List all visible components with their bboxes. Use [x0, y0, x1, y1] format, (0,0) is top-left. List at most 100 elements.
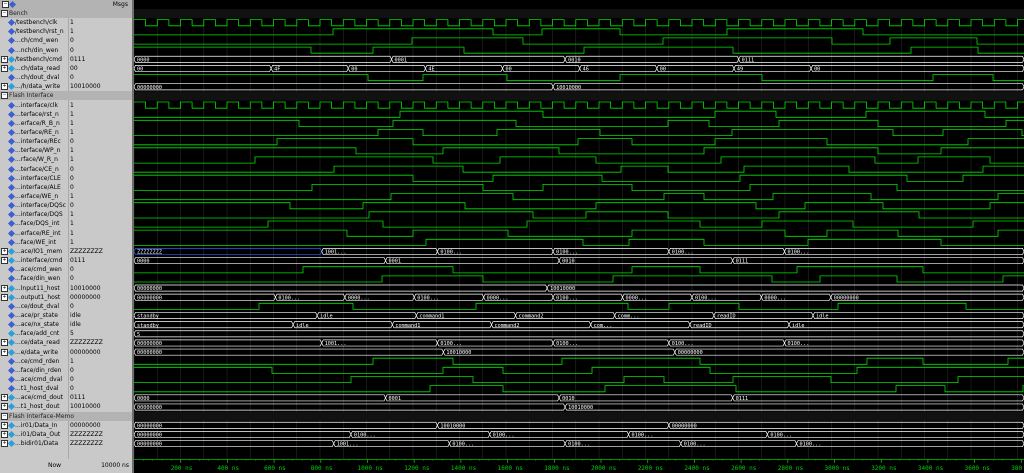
signal-name-row[interactable]: ...ace/pr_state — [0, 311, 68, 320]
bus-value-label: 0000 — [137, 57, 150, 63]
signal-name-row[interactable]: ...interface/DQSc — [0, 201, 68, 210]
bus-segment — [134, 257, 386, 265]
expand-icon[interactable]: + — [1, 257, 8, 265]
signal-name-row[interactable]: ...face/din_rden — [0, 366, 68, 375]
signal-name-row[interactable]: ...erface/R_B_n — [0, 119, 68, 128]
signal-name-row[interactable]: ...ace/cmd_wen — [0, 265, 68, 274]
signal-name-row[interactable]: ...terface/CE_n — [0, 165, 68, 174]
signal-name-row[interactable]: + ...t1_host_dout — [0, 402, 68, 411]
signal-name-row[interactable]: + ...interface/cmd — [0, 256, 68, 265]
signal-name-row[interactable]: ...erface/RE_int — [0, 229, 68, 238]
bus-value-label: 10010000 — [556, 85, 581, 91]
collapse-all-icon[interactable]: − — [2, 1, 9, 8]
waveform-canvas[interactable]: 0000 0001 0010 011100 4F 00 4E 00 46 00 49 00000000… — [134, 0, 1024, 473]
collapse-icon[interactable]: − — [1, 10, 8, 17]
signal-name-row[interactable]: + ...ch/data_read — [0, 64, 68, 73]
signal-name-row[interactable]: ...face/WE_int — [0, 238, 68, 247]
signal-name: ...lnput11_host — [15, 284, 60, 292]
signal-icon — [7, 321, 16, 329]
signal-name-row[interactable]: ...terface/rst_n — [0, 110, 68, 119]
signal-name: /testbench/rst_n — [15, 28, 64, 36]
signal-icon — [7, 330, 16, 338]
waveform-testbenchclk — [134, 19, 1024, 27]
signal-value: 0 — [70, 46, 74, 54]
signal-name-row[interactable]: + ...i01/Data_Out — [0, 430, 68, 439]
signal-name: ...interface/ALE — [15, 183, 61, 191]
signal-name-row[interactable]: +/testbench/cmd — [0, 55, 68, 64]
signal-name-row[interactable]: ...interface/ALE — [0, 183, 68, 192]
tick-label: 3600 ns — [965, 465, 991, 472]
group-header[interactable]: − Bench — [0, 9, 132, 18]
signal-name: /testbench/cmd — [15, 55, 62, 63]
signal-name-row[interactable]: + ...ace/cmd_dout — [0, 393, 68, 402]
signal-name-row[interactable]: /testbench/rst_n — [0, 27, 68, 36]
expand-icon[interactable]: + — [1, 403, 8, 411]
bus-value-label: 0100... — [556, 250, 578, 256]
signal-name-row[interactable]: ...ch/dout_dval — [0, 73, 68, 82]
signal-name-row[interactable]: ...interface/clk — [0, 101, 68, 110]
signal-name-row[interactable]: ...ce/dout_dval — [0, 302, 68, 311]
waveform-interfacedqs — [134, 211, 1024, 219]
signal-value: idle — [70, 311, 81, 319]
signal-name-row[interactable]: ...ace/cmd_dval — [0, 375, 68, 384]
signal-name-row[interactable]: + ...lnput11_host — [0, 284, 68, 293]
waveform-chcmdwen — [134, 37, 1024, 45]
signal-name-row[interactable]: + ...output1_host — [0, 293, 68, 302]
signal-name-row[interactable]: ...terface/WP_n — [0, 146, 68, 155]
collapse-icon[interactable]: − — [1, 412, 8, 420]
waveform-erfacerbn — [134, 119, 1024, 127]
bus-segment — [812, 312, 1024, 319]
bus-value-label: 10010000 — [440, 423, 465, 429]
pane-header: − Msgs — [0, 0, 132, 9]
bus-value-label: 0100... — [278, 295, 300, 301]
signal-value: 0 — [70, 376, 74, 383]
signal-name-row[interactable]: ...t1_host_dval — [0, 384, 68, 393]
group-header[interactable]: − Flash Interface — [0, 91, 132, 101]
signal-name: ...terface/RE_n — [15, 128, 59, 136]
signal-name-row[interactable]: ...erface/WE_n — [0, 192, 68, 201]
signal-name-row[interactable]: ...face/DQS_int — [0, 219, 68, 228]
signal-name-row[interactable]: ...interface/CLE — [0, 174, 68, 183]
waveform-edatawrite: 00000000 10010000 00000000 — [134, 348, 1024, 356]
signal-value: 0 — [70, 138, 74, 146]
bit-trace — [134, 46, 1024, 54]
signal-name-row[interactable]: ...rface/W_R_n — [0, 155, 68, 164]
group-header[interactable]: − Flash Interface-Memo — [0, 411, 132, 421]
signal-name-row[interactable]: ...ace/nx_state — [0, 320, 68, 329]
expand-icon[interactable]: + — [1, 440, 8, 448]
signal-name-row[interactable]: + ...bidir01/Data — [0, 439, 68, 448]
bus-segment — [134, 284, 548, 292]
signal-value: ZZZZZZZZ — [70, 430, 103, 438]
waveform-testbenchcmd: 0000 0001 0010 0111 — [134, 55, 1024, 63]
signal-name-row[interactable]: ...nch/din_wen — [0, 46, 68, 55]
bit-trace — [134, 275, 1024, 283]
expand-icon[interactable]: + — [1, 83, 8, 91]
bit-trace — [134, 211, 1024, 219]
expand-icon[interactable]: + — [1, 339, 8, 347]
signal-name-row[interactable]: + ...ce/data_read — [0, 338, 68, 347]
signal-name-row[interactable]: + ...e/data_write — [0, 348, 68, 357]
signal-name: ...ace/cmd_wen — [15, 266, 62, 274]
signal-name-row[interactable]: ...ch/cmd_wen — [0, 36, 68, 45]
bus-segment — [564, 403, 1024, 411]
bus-value-label: 00 — [351, 67, 357, 73]
signal-name-row[interactable]: ...terface/RE_n — [0, 128, 68, 137]
signal-name-row[interactable]: + ...ace/IO1_mem — [0, 247, 68, 256]
signal-icon — [7, 28, 16, 36]
signal-name-row[interactable]: ...ce/cmd_rden — [0, 357, 68, 366]
collapse-icon[interactable]: − — [1, 92, 8, 100]
signal-name-row[interactable]: ...interface/REc — [0, 137, 68, 146]
expand-icon[interactable]: + — [1, 394, 8, 402]
signal-name-row[interactable]: + ...ir01/Data_In — [0, 421, 68, 430]
signal-name-row[interactable]: ...face/din_wen — [0, 274, 68, 283]
signal-value: 1 — [70, 211, 74, 219]
signal-name-row[interactable]: + .../h/data_write — [0, 82, 68, 91]
bus-segment — [270, 65, 349, 72]
waveform-hdatawrite: 00000000 10010000 — [134, 83, 1024, 91]
signal-name-row[interactable]: ...interface/DQS — [0, 210, 68, 219]
bus-value-label: 00000000 — [678, 350, 703, 356]
signal-name-row[interactable]: ...face/add_cnt — [0, 329, 68, 338]
waveform-chdoutdval — [134, 74, 1024, 82]
signal-icon — [7, 211, 16, 219]
signal-name-row[interactable]: /testbench/clk — [0, 18, 68, 27]
